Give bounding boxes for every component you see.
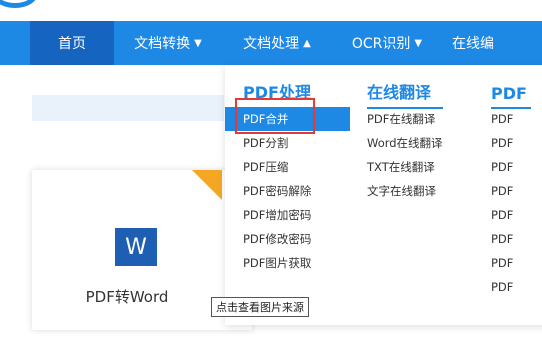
dropdown-column-pdf: PDF处理 PDF合并 PDF分割 PDF压缩 PDF密码解除 PDF增加密码 …	[225, 65, 350, 275]
menu-item-pdf-merge[interactable]: PDF合并	[225, 107, 350, 131]
menu-item-pdf-translate[interactable]: PDF在线翻译	[363, 107, 475, 131]
corner-ribbon	[192, 170, 222, 200]
background-banner	[32, 95, 224, 121]
column-heading: PDF处理	[225, 65, 350, 109]
nav-doc-convert[interactable]: 文档转换 ▼	[114, 21, 222, 65]
menu-item-pdf-more[interactable]: PDF	[487, 131, 542, 155]
column-heading: 在线翻译	[363, 65, 475, 109]
nav-online-edit[interactable]: 在线编	[442, 21, 542, 65]
menu-item-pdf-change-password[interactable]: PDF修改密码	[225, 227, 350, 251]
menu-item-pdf-unlock[interactable]: PDF密码解除	[225, 179, 350, 203]
nav-doc-process-label: 文档处理	[243, 36, 300, 52]
menu-item-pdf-more[interactable]: PDF	[487, 227, 542, 251]
menu-item-pdf-add-password[interactable]: PDF增加密码	[225, 203, 350, 227]
menu-item-pdf-more[interactable]: PDF	[487, 155, 542, 179]
nav-home[interactable]: 首页	[30, 21, 114, 65]
caret-down-icon: ▼	[194, 37, 202, 49]
menu-item-text-translate[interactable]: 文字在线翻译	[363, 179, 475, 203]
nav-home-label: 首页	[58, 36, 86, 52]
card-title: PDF转Word	[85, 288, 169, 306]
menu-item-pdf-more[interactable]: PDF	[487, 275, 542, 299]
menu-item-pdf-more[interactable]: PDF	[487, 203, 542, 227]
nav-ocr-label: OCR识别	[351, 36, 411, 52]
main-navbar: 首页 文档转换 ▼ 文档处理 ▲ OCR识别 ▼ 在线编	[0, 21, 542, 65]
menu-item-txt-translate[interactable]: TXT在线翻译	[363, 155, 475, 179]
site-logo[interactable]	[0, 0, 38, 8]
menu-item-pdf-compress[interactable]: PDF压缩	[225, 155, 350, 179]
nav-ocr[interactable]: OCR识别 ▼	[332, 21, 442, 65]
nav-online-edit-label: 在线编	[452, 36, 494, 52]
menu-item-pdf-more[interactable]: PDF	[487, 107, 542, 131]
column-heading: PDF	[487, 65, 542, 109]
dropdown-column-pdf-more: PDF PDF PDF PDF PDF PDF PDF PDF PDF	[487, 65, 542, 299]
image-source-tooltip[interactable]: 点击查看图片来源	[211, 297, 309, 317]
caret-up-icon: ▲	[303, 37, 311, 49]
menu-item-pdf-more[interactable]: PDF	[487, 179, 542, 203]
caret-down-icon: ▼	[414, 37, 423, 49]
doc-process-dropdown: PDF处理 PDF合并 PDF分割 PDF压缩 PDF密码解除 PDF增加密码 …	[225, 65, 542, 325]
dropdown-column-translate: 在线翻译 PDF在线翻译 Word在线翻译 TXT在线翻译 文字在线翻译	[363, 65, 475, 203]
menu-item-pdf-split[interactable]: PDF分割	[225, 131, 350, 155]
nav-doc-process[interactable]: 文档处理 ▲	[222, 21, 332, 65]
menu-item-word-translate[interactable]: Word在线翻译	[363, 131, 475, 155]
nav-doc-convert-label: 文档转换	[134, 36, 191, 52]
menu-item-pdf-more[interactable]: PDF	[487, 251, 542, 275]
menu-item-pdf-extract-images[interactable]: PDF图片获取	[225, 251, 350, 275]
word-icon: W	[115, 228, 157, 266]
